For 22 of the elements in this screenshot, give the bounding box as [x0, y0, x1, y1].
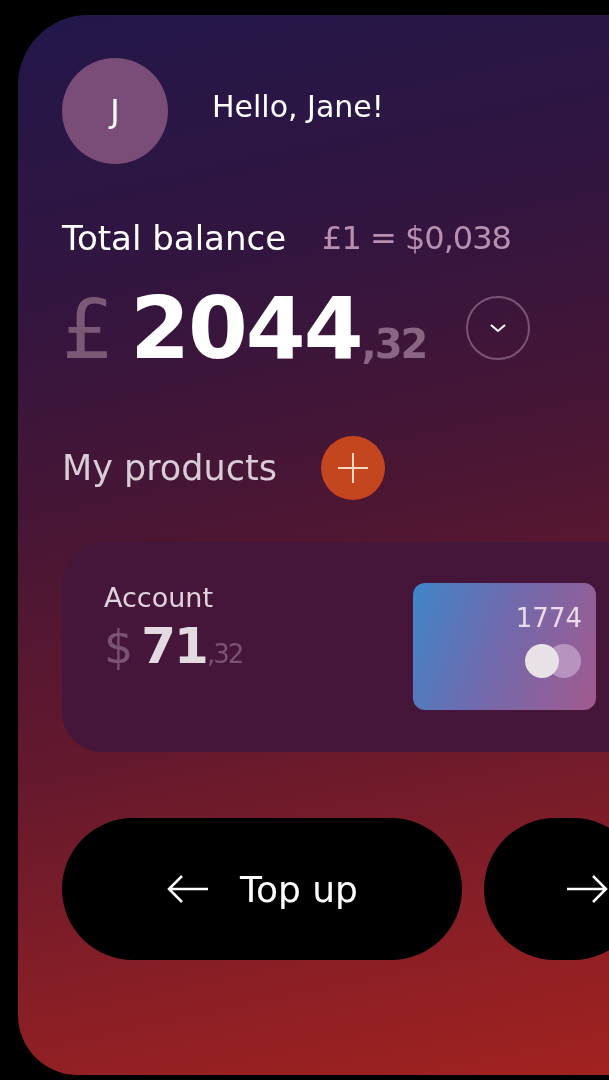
- top-up-button[interactable]: Top up: [62, 818, 462, 960]
- section-title: My products: [62, 448, 277, 488]
- chevron-down-icon: [490, 323, 507, 333]
- account-decimals: ,32: [206, 639, 243, 669]
- avatar[interactable]: J: [62, 58, 168, 164]
- arrow-right-icon: [565, 874, 609, 904]
- account-card[interactable]: Account $ 71,32 1774: [62, 542, 609, 752]
- plus-icon: [337, 453, 368, 483]
- greeting-text: Hello, Jane!: [212, 88, 384, 124]
- currency-symbol: $: [104, 620, 132, 674]
- balance-decimals: ,32: [361, 321, 427, 367]
- account-amount: 71: [141, 617, 207, 675]
- balance-amount: 2044: [130, 278, 362, 378]
- expand-button[interactable]: [466, 296, 531, 360]
- arrow-button[interactable]: [484, 818, 609, 960]
- exchange-rate: £1 = $0,038: [322, 219, 511, 257]
- currency-symbol: £: [62, 282, 113, 377]
- card-brand-icon: [524, 643, 582, 679]
- card-number: 1774: [515, 603, 582, 633]
- product-name: Account: [104, 582, 214, 613]
- balance-title: Total balance: [62, 218, 287, 258]
- arrow-left-icon: [166, 874, 211, 904]
